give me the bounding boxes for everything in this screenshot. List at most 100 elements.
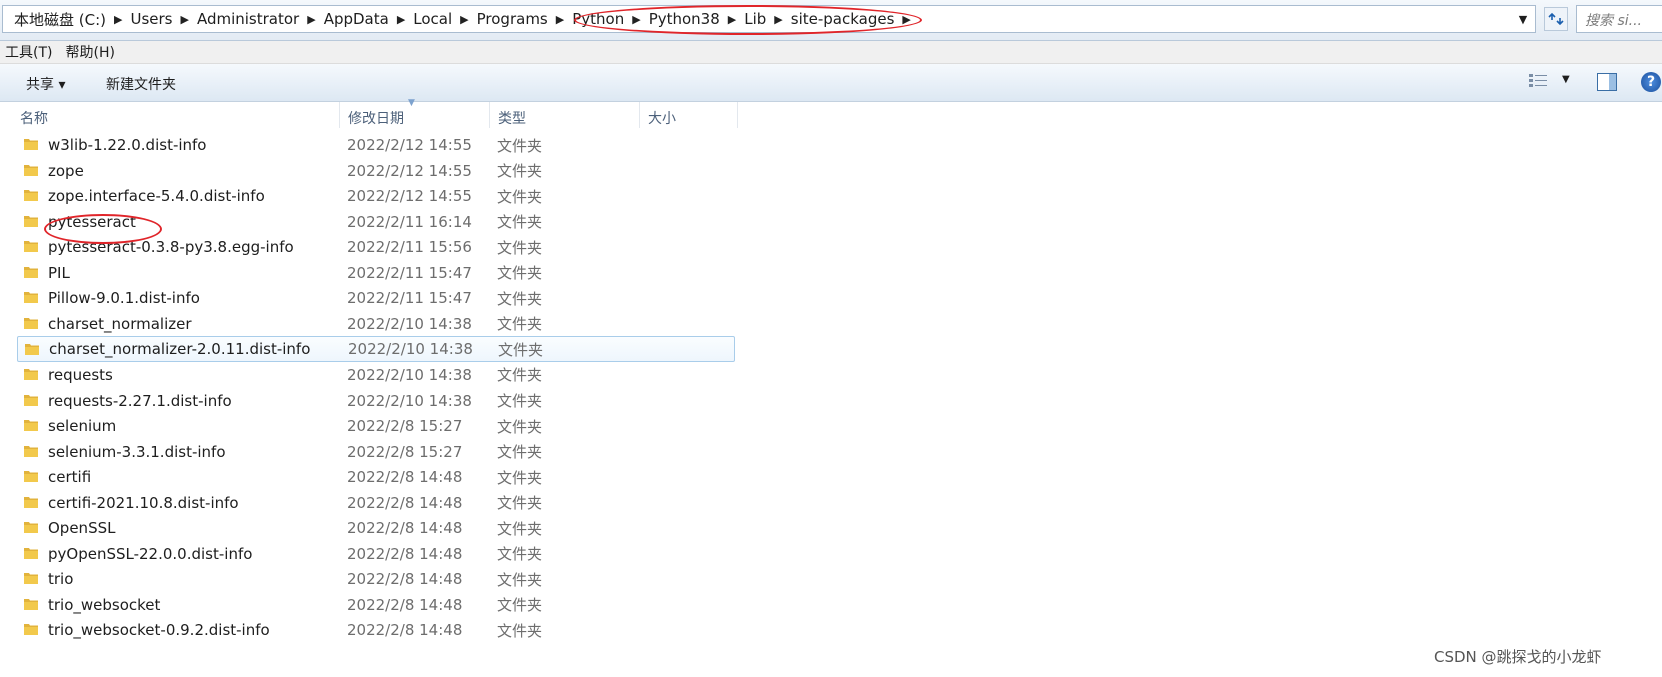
file-row[interactable]: pytesseract-0.3.8-py3.8.egg-info 2022/2/1… (17, 234, 735, 260)
file-row[interactable]: zope.interface-5.4.0.dist-info 2022/2/12 … (17, 183, 735, 209)
file-name: selenium (48, 417, 117, 436)
details-view-icon[interactable] (1528, 73, 1548, 89)
breadcrumb-label: Administrator (196, 10, 300, 28)
file-name: pyOpenSSL-22.0.0.dist-info (48, 544, 253, 563)
breadcrumb-item[interactable]: Administrator ▶ (192, 10, 319, 28)
column-header-date[interactable]: 修改日期 (340, 102, 490, 128)
file-type: 文件夹 (497, 545, 543, 564)
column-header-name[interactable]: 名称 (12, 102, 340, 128)
file-row[interactable]: w3lib-1.22.0.dist-info 2022/2/12 14:55 文件夹 (17, 132, 735, 158)
file-date: 2022/2/11 15:47 (347, 289, 472, 308)
breadcrumb-item[interactable]: Python ▶ (567, 10, 643, 28)
refresh-button[interactable] (1544, 7, 1568, 31)
folder-icon (24, 292, 38, 304)
file-date: 2022/2/8 14:48 (347, 493, 463, 512)
file-type: 文件夹 (497, 162, 543, 181)
breadcrumb-item[interactable]: Programs ▶ (472, 10, 568, 28)
file-row[interactable]: trio 2022/2/8 14:48 文件夹 (17, 566, 735, 592)
folder-icon (24, 317, 38, 329)
file-row[interactable]: trio_websocket 2022/2/8 14:48 文件夹 (17, 592, 735, 618)
breadcrumb-item[interactable]: 本地磁盘 (C:) ▶ (9, 9, 125, 30)
file-row[interactable]: Pillow-9.0.1.dist-info 2022/2/11 15:47 文件夹 (17, 285, 735, 311)
menu-help[interactable]: 帮助(H) (60, 42, 122, 62)
breadcrumb-item[interactable]: Users ▶ (125, 10, 191, 28)
new-folder-button[interactable]: 新建文件夹 (106, 74, 176, 94)
folder-icon (24, 496, 38, 508)
file-row[interactable]: trio_websocket-0.9.2.dist-info 2022/2/8 1… (17, 617, 735, 643)
folder-icon (24, 190, 38, 202)
file-row[interactable]: charset_normalizer 2022/2/10 14:38 文件夹 (17, 311, 735, 337)
breadcrumb-arrow-icon[interactable]: ▶ (771, 13, 785, 26)
file-type: 文件夹 (497, 213, 543, 232)
breadcrumb-arrow-icon[interactable]: ▶ (394, 13, 408, 26)
file-date: 2022/2/8 14:48 (347, 595, 463, 614)
file-date: 2022/2/8 14:48 (347, 519, 463, 538)
breadcrumb-arrow-icon[interactable]: ▶ (177, 13, 191, 26)
file-name: certifi (48, 468, 92, 487)
file-row[interactable]: OpenSSL 2022/2/8 14:48 文件夹 (17, 515, 735, 541)
breadcrumb-label: Python38 (648, 10, 720, 28)
breadcrumb-arrow-icon[interactable]: ▶ (899, 13, 913, 26)
folder-icon (24, 241, 38, 253)
file-date: 2022/2/11 16:14 (347, 212, 472, 231)
file-type: 文件夹 (497, 494, 543, 513)
preview-pane-icon[interactable] (1597, 73, 1617, 91)
file-row[interactable]: charset_normalizer-2.0.11.dist-info 2022/… (17, 336, 735, 363)
file-date: 2022/2/10 14:38 (348, 340, 473, 359)
address-history-dropdown-icon[interactable]: ▼ (1513, 6, 1533, 32)
file-row[interactable]: pyOpenSSL-22.0.0.dist-info 2022/2/8 14:48… (17, 541, 735, 567)
breadcrumb-arrow-icon[interactable]: ▶ (111, 13, 125, 26)
folder-icon (24, 471, 38, 483)
file-row[interactable]: certifi 2022/2/8 14:48 文件夹 (17, 464, 735, 490)
file-name: w3lib-1.22.0.dist-info (48, 136, 207, 154)
file-row[interactable]: requests 2022/2/10 14:38 文件夹 (17, 362, 735, 388)
folder-icon (24, 547, 38, 559)
folder-icon (24, 139, 38, 150)
file-date: 2022/2/12 14:55 (347, 161, 472, 180)
breadcrumb-label: Python (572, 10, 625, 28)
file-date: 2022/2/10 14:38 (347, 314, 472, 333)
file-date: 2022/2/8 15:27 (347, 417, 463, 436)
view-dropdown-icon[interactable]: ▼ (1562, 74, 1570, 85)
file-row[interactable]: certifi-2021.10.8.dist-info 2022/2/8 14:4… (17, 490, 735, 516)
breadcrumb-arrow-icon[interactable]: ▶ (725, 13, 739, 26)
folder-icon (24, 215, 38, 227)
breadcrumb-arrow-icon[interactable]: ▶ (553, 13, 567, 26)
file-row[interactable]: selenium 2022/2/8 15:27 文件夹 (17, 413, 735, 439)
folder-icon (24, 420, 38, 432)
file-row[interactable]: pytesseract 2022/2/11 16:14 文件夹 (17, 209, 735, 235)
file-name: requests (48, 365, 113, 384)
file-row[interactable]: requests-2.27.1.dist-info 2022/2/10 14:38… (17, 388, 735, 414)
file-type: 文件夹 (497, 392, 543, 410)
column-header-type[interactable]: 类型 (490, 102, 640, 128)
file-row[interactable]: zope 2022/2/12 14:55 文件夹 (17, 158, 735, 184)
help-icon[interactable]: ? (1641, 72, 1661, 92)
breadcrumb-label: Lib (744, 10, 767, 28)
file-type: 文件夹 (497, 468, 543, 487)
file-type: 文件夹 (497, 264, 543, 283)
folder-icon (24, 445, 38, 457)
column-header-size[interactable]: 大小 (640, 102, 738, 128)
breadcrumb-arrow-icon[interactable]: ▶ (304, 13, 318, 26)
breadcrumb-arrow-icon[interactable]: ▶ (629, 13, 643, 26)
breadcrumb-item[interactable]: AppData ▶ (319, 10, 409, 28)
file-date: 2022/2/10 14:38 (347, 365, 472, 384)
search-input[interactable]: 搜索 si... (1576, 5, 1662, 33)
breadcrumb-item[interactable]: Python38 ▶ (644, 10, 740, 28)
folder-icon (24, 394, 38, 406)
share-button[interactable]: 共享 ▾ (26, 74, 65, 94)
folder-icon (24, 624, 38, 636)
file-row[interactable]: PIL 2022/2/11 15:47 文件夹 (17, 260, 735, 286)
menu-tools[interactable]: 工具(T) (0, 42, 60, 62)
breadcrumb-item[interactable]: site-packages ▶ (786, 10, 914, 28)
file-type: 文件夹 (497, 570, 543, 589)
breadcrumb-item[interactable]: Lib ▶ (739, 10, 786, 28)
file-type: 文件夹 (497, 136, 543, 155)
file-name: zope (48, 161, 84, 180)
breadcrumb-arrow-icon[interactable]: ▶ (457, 13, 471, 26)
breadcrumb-item[interactable]: Local ▶ (408, 10, 471, 28)
file-row[interactable]: selenium-3.3.1.dist-info 2022/2/8 15:27 文件… (17, 439, 735, 465)
address-bar-region: 本地磁盘 (C:) ▶ Users ▶ Administrator ▶ AppData ▶ Lo… (0, 0, 1662, 41)
breadcrumb[interactable]: 本地磁盘 (C:) ▶ Users ▶ Administrator ▶ AppData ▶ Lo… (2, 5, 1536, 33)
breadcrumb-label: Users (130, 10, 173, 28)
